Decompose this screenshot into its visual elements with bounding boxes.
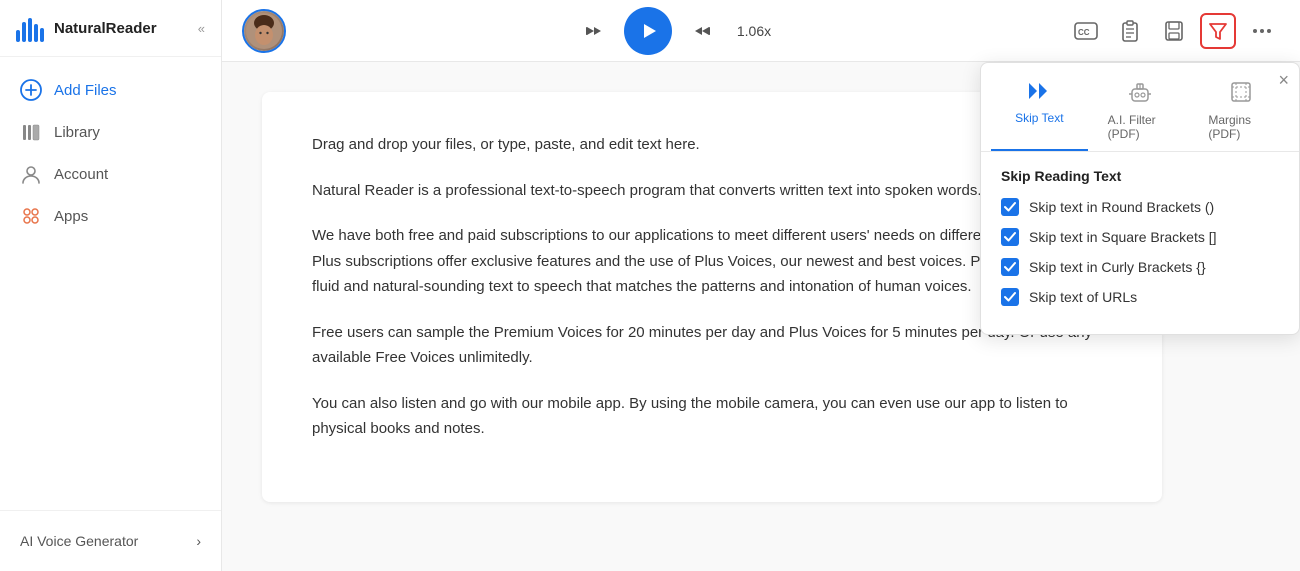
checkbox-urls[interactable] (1001, 288, 1019, 306)
library-icon (20, 121, 42, 143)
option-square-brackets[interactable]: Skip text in Square Brackets [] (1001, 228, 1279, 246)
header: 1.06x CC (222, 0, 1300, 62)
more-button[interactable] (1244, 13, 1280, 49)
robot-icon (1128, 81, 1152, 109)
chevron-right-icon: › (196, 533, 201, 549)
sidebar-logo: NaturalReader « (0, 0, 221, 57)
forward-button[interactable] (686, 15, 718, 47)
dropdown-title: Skip Reading Text (1001, 168, 1279, 184)
collapse-button[interactable]: « (198, 21, 205, 36)
checkbox-round[interactable] (1001, 198, 1019, 216)
logo-icon (16, 14, 46, 42)
clipboard-button[interactable] (1112, 13, 1148, 49)
speed-display[interactable]: 1.06x (732, 23, 776, 39)
sidebar-item-account[interactable]: Account (0, 153, 221, 195)
avatar-image (244, 11, 284, 51)
user-icon (20, 163, 42, 185)
filter-button[interactable] (1200, 13, 1236, 49)
svg-text:CC: CC (1078, 28, 1090, 37)
sidebar: NaturalReader « Add Files (0, 0, 222, 571)
ai-voice-generator-item[interactable]: AI Voice Generator › (0, 523, 221, 559)
add-files-label: Add Files (54, 82, 117, 99)
header-right-controls: CC (1068, 13, 1280, 49)
main-area: 1.06x CC (222, 0, 1300, 571)
sidebar-nav: Add Files Library Account (0, 57, 221, 510)
sidebar-footer: AI Voice Generator › (0, 510, 221, 571)
tab-ai-filter[interactable]: A.I. Filter (PDF) (1092, 73, 1189, 151)
tab-ai-filter-label: A.I. Filter (PDF) (1108, 113, 1173, 141)
dropdown-tabs: Skip Text A.I. Filt (981, 63, 1299, 152)
doc-paragraph-4: You can also listen and go with our mobi… (312, 391, 1112, 442)
tab-skip-text[interactable]: Skip Text (991, 73, 1088, 151)
apps-icon (20, 205, 42, 227)
playback-controls: 1.06x (302, 7, 1052, 55)
option-curly-brackets[interactable]: Skip text in Curly Brackets {} (1001, 258, 1279, 276)
checkbox-square[interactable] (1001, 228, 1019, 246)
option-curly-label: Skip text in Curly Brackets {} (1029, 259, 1206, 275)
option-urls[interactable]: Skip text of URLs (1001, 288, 1279, 306)
play-button[interactable] (624, 7, 672, 55)
library-label: Library (54, 124, 100, 141)
sidebar-item-apps[interactable]: Apps (0, 195, 221, 237)
apps-label: Apps (54, 208, 88, 225)
rewind-button[interactable] (578, 15, 610, 47)
dropdown-close-button[interactable]: × (1278, 71, 1289, 89)
tab-margins-label: Margins (PDF) (1208, 113, 1273, 141)
sidebar-item-add-files[interactable]: Add Files (0, 69, 221, 111)
skip-text-dropdown: × Skip Text (980, 62, 1300, 335)
ai-voice-label: AI Voice Generator (20, 533, 138, 549)
option-square-label: Skip text in Square Brackets [] (1029, 229, 1217, 245)
checkbox-curly[interactable] (1001, 258, 1019, 276)
account-label: Account (54, 166, 108, 183)
sidebar-item-library[interactable]: Library (0, 111, 221, 153)
dropdown-body: Skip Reading Text Skip text in Round Bra… (981, 152, 1299, 334)
save-button[interactable] (1156, 13, 1192, 49)
avatar[interactable] (242, 9, 286, 53)
option-urls-label: Skip text of URLs (1029, 289, 1137, 305)
plus-circle-icon (20, 79, 42, 101)
margins-icon (1230, 81, 1252, 109)
tab-margins[interactable]: Margins (PDF) (1192, 73, 1289, 151)
skip-text-icon (1027, 81, 1051, 107)
app-name: NaturalReader (54, 20, 157, 37)
tab-skip-text-label: Skip Text (1015, 111, 1063, 125)
cc-button[interactable]: CC (1068, 13, 1104, 49)
option-round-label: Skip text in Round Brackets () (1029, 199, 1214, 215)
option-round-brackets[interactable]: Skip text in Round Brackets () (1001, 198, 1279, 216)
